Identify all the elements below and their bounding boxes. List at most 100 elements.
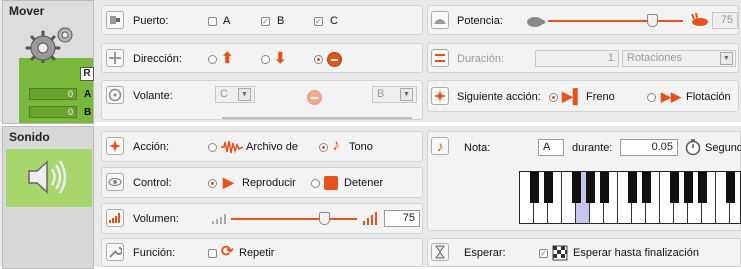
esperar-row: Esperar: ✓ Esperar hasta finalización (427, 238, 741, 267)
speaker-icon (28, 160, 67, 194)
nota-input[interactable]: A (538, 139, 564, 156)
hare-icon (691, 13, 708, 26)
volumen-label: Volumen: (133, 213, 179, 225)
duracion-unit: Rotaciones (627, 52, 683, 64)
volume-high-icon (363, 212, 377, 225)
play-icon: ▶ (223, 174, 234, 190)
volante-row: Volante: C ▼ B ▼ (101, 80, 423, 120)
piano-black-key[interactable] (698, 172, 707, 203)
repetir-checkbox[interactable] (208, 249, 217, 258)
detener-option: Detener (344, 177, 384, 189)
flotacion-radio[interactable] (647, 93, 656, 102)
volante-slider-track[interactable] (222, 117, 412, 119)
funcion-label: Función: (133, 247, 176, 259)
mover-title: Mover (9, 4, 45, 18)
sonido-block: Sonido (2, 126, 94, 269)
turtle-icon (527, 17, 545, 27)
piano-black-key[interactable] (572, 172, 581, 203)
piano-black-key[interactable] (684, 172, 693, 203)
piano-black-key[interactable] (530, 172, 539, 203)
volante-center-icon (307, 90, 322, 105)
duracion-input[interactable]: 1 (535, 50, 619, 67)
control-label: Control: (133, 177, 172, 189)
nota-duration-value: 0.05 (651, 141, 673, 153)
volumen-slider-track[interactable] (231, 218, 357, 220)
direction-forward-radio[interactable] (208, 55, 217, 64)
sound-file-icon (221, 140, 244, 154)
power-icon (431, 11, 449, 29)
volante-left-value: C (220, 88, 228, 100)
coast-icon: ▶▶ (661, 89, 681, 104)
volumen-input[interactable]: 75 (384, 210, 420, 227)
repeat-icon: ⟳ (221, 243, 234, 260)
duracion-unit-select[interactable]: Rotaciones (622, 50, 736, 67)
freno-radio[interactable] (549, 93, 558, 102)
esperar-option: Esperar hasta finalización (573, 247, 699, 259)
durante-label: durante: (572, 142, 613, 154)
stopwatch-icon (685, 139, 701, 156)
direccion-label: Dirección: (133, 53, 182, 65)
piano-black-key[interactable] (628, 172, 637, 203)
volante-label: Volante: (133, 90, 173, 102)
tono-option: Tono (349, 141, 373, 153)
archivo-radio[interactable] (208, 143, 217, 152)
archivo-option: Archivo de (246, 141, 298, 153)
port-a-checkbox[interactable] (208, 17, 217, 26)
esperar-checkbox[interactable]: ✓ (539, 249, 548, 258)
funcion-row: Función: ⟳ Repetir (101, 238, 423, 267)
port-a-option: A (223, 15, 231, 27)
piano-black-key[interactable] (726, 172, 735, 203)
stop-icon (327, 52, 342, 67)
port-b-checkbox[interactable]: ✓ (261, 17, 270, 26)
reproducir-radio[interactable] (208, 179, 217, 188)
potencia-slider-thumb[interactable] (647, 14, 658, 27)
volumen-row: Volumen: 75 (101, 203, 423, 234)
port-b-value: 0 (29, 106, 77, 118)
tono-radio[interactable] (319, 143, 328, 152)
music-note-icon: ♪ (332, 137, 340, 154)
accion-label: Acción: (133, 141, 170, 153)
puerto-label: Puerto: (133, 15, 169, 27)
piano-black-key[interactable] (600, 172, 609, 203)
potencia-slider-track[interactable] (548, 20, 683, 22)
port-c-option: C (330, 15, 338, 27)
control-row: Control: ▶ Reproducir Detener (101, 167, 423, 198)
chevron-down-icon[interactable]: ▼ (720, 52, 733, 65)
direccion-row: Dirección: ⬆ ⬇ (101, 43, 423, 73)
arrow-up-icon: ⬆ (221, 50, 234, 67)
port-c-checkbox[interactable]: ✓ (314, 17, 323, 26)
piano-black-key[interactable] (586, 172, 595, 203)
duration-icon (431, 49, 449, 67)
eye-icon (106, 173, 124, 191)
chevron-down-icon[interactable]: ▼ (400, 88, 413, 101)
potencia-input[interactable]: 75 (712, 12, 738, 29)
piano-keyboard[interactable] (519, 171, 741, 224)
repetir-option: Repetir (239, 247, 275, 259)
potencia-value: 75 (720, 14, 733, 26)
flotacion-option: Flotación (686, 91, 731, 103)
port-badge: R (80, 67, 94, 81)
siguiente-label: Siguiente acción: (457, 91, 541, 103)
port-b-option: B (277, 15, 285, 27)
sonido-panel: Sonido Acción: Archivo de ♪ Tono Control… (0, 126, 741, 269)
mover-block: Mover R 0 A 0 B (2, 0, 94, 124)
hourglass-icon (431, 243, 449, 261)
siguiente-row: Siguiente acción: ▶▌ Freno ▶▶ Flotación (427, 80, 739, 112)
next-action-icon (431, 87, 449, 105)
gears-icon (21, 23, 81, 66)
volumen-slider-thumb[interactable] (319, 212, 330, 225)
direction-backward-radio[interactable] (261, 55, 270, 64)
nota-duration-input[interactable]: 0.05 (620, 139, 678, 156)
piano-black-key[interactable] (544, 172, 553, 203)
port-a-letter: A (84, 89, 92, 100)
reproducir-option: Reproducir (242, 177, 296, 189)
volume-bars-icon (106, 209, 124, 227)
piano-black-key[interactable] (670, 172, 679, 203)
direction-stop-radio[interactable] (314, 55, 323, 64)
piano-black-key[interactable] (642, 172, 651, 203)
chevron-down-icon[interactable]: ▼ (238, 88, 251, 101)
volume-low-icon (212, 214, 226, 224)
detener-radio[interactable] (311, 179, 320, 188)
puerto-row: Puerto: A ✓ B ✓ C (101, 5, 423, 35)
esperar-label: Esperar: (464, 247, 506, 259)
